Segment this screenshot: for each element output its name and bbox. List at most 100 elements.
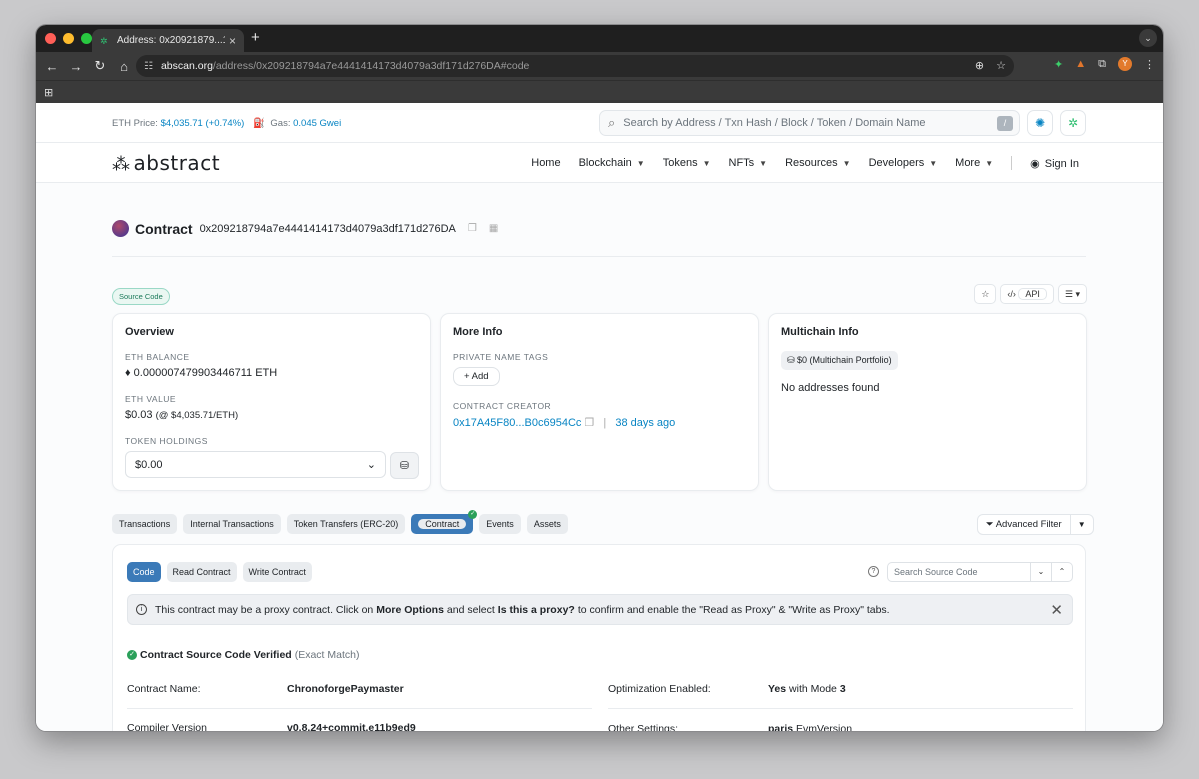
extension-green-icon[interactable]: ✦ bbox=[1054, 58, 1063, 71]
ethereum-icon: ♦ bbox=[125, 367, 134, 379]
zoom-icon[interactable]: ⊕ bbox=[975, 59, 984, 72]
apps-grid-icon[interactable]: ⊞ bbox=[44, 86, 53, 99]
eth-price-value[interactable]: $4,035.71 bbox=[161, 118, 203, 129]
tab-strip: ✲ Address: 0x20921879...171d27 × + ⌄ bbox=[36, 25, 1163, 52]
verified-check-icon: ✓ bbox=[127, 650, 137, 660]
gas-value[interactable]: 0.045 Gwei bbox=[293, 118, 341, 129]
chevron-down-icon[interactable]: ⌄ bbox=[1030, 563, 1051, 581]
tab-search-chevron-icon[interactable]: ⌄ bbox=[1139, 29, 1157, 47]
market-stats: ETH Price: $4,035.71 (+0.74%) ⛽ Gas: 0.0… bbox=[112, 118, 341, 129]
nav-more-label: More bbox=[955, 157, 981, 169]
tab-assets[interactable]: Assets bbox=[526, 514, 568, 534]
verified-check-icon: ✓ bbox=[468, 510, 478, 519]
theme-toggle-sun-icon[interactable]: ✺ bbox=[1027, 110, 1053, 136]
nav-nfts-label: NFTs bbox=[728, 157, 755, 169]
browser-tab[interactable]: ✲ Address: 0x20921879...171d27 × bbox=[92, 29, 244, 52]
abstract-logo[interactable]: ⁂ abstract bbox=[112, 151, 220, 175]
extensions-puzzle-icon[interactable]: ⧉ bbox=[1098, 58, 1106, 71]
address-tabs: Transactions Internal Transactions Token… bbox=[112, 510, 568, 534]
site-favicon-icon: ✲ bbox=[100, 35, 108, 46]
nav-developers[interactable]: Developers ▼ bbox=[869, 157, 938, 169]
nav-tokens[interactable]: Tokens ▼ bbox=[663, 157, 711, 169]
help-question-icon[interactable]: ? bbox=[868, 566, 879, 577]
evm-version-rest: EvmVersion bbox=[796, 722, 853, 732]
chevron-down-icon: ▼ bbox=[759, 159, 768, 168]
advanced-filter-button[interactable]: ⏷ Advanced Filter ▼ bbox=[977, 514, 1094, 535]
omnibox-actions: ⊕ ☆ bbox=[975, 59, 1006, 72]
verified-title: Contract Source Code Verified bbox=[140, 649, 292, 661]
token-holdings-value: $0.00 bbox=[135, 458, 163, 471]
source-code-search: Search Source Code ⌄ ⌃ bbox=[887, 562, 1073, 582]
minimize-window-button[interactable] bbox=[63, 33, 74, 44]
chevron-down-icon[interactable]: ▼ bbox=[1071, 520, 1093, 529]
close-tab-icon[interactable]: × bbox=[229, 34, 236, 48]
reload-icon[interactable]: ↻ bbox=[88, 58, 112, 74]
qr-code-icon[interactable]: ▦ bbox=[489, 223, 498, 234]
creation-tx-link[interactable]: 38 days ago bbox=[615, 417, 675, 429]
close-icon[interactable]: ✕ bbox=[1050, 601, 1063, 619]
nav-developers-label: Developers bbox=[868, 157, 925, 169]
source-code-badge[interactable]: Source Code bbox=[112, 288, 170, 305]
token-holdings-select[interactable]: $0.00 ⌄ bbox=[125, 451, 386, 478]
alert-text-1: This contract may be a proxy contract. C… bbox=[155, 603, 374, 616]
tab-internal-transactions[interactable]: Internal Transactions bbox=[183, 514, 281, 534]
nav-divider bbox=[1011, 156, 1013, 170]
forward-arrow-icon[interactable]: → bbox=[64, 59, 88, 74]
extension-fox-icon[interactable]: ▲ bbox=[1075, 58, 1086, 70]
search-icon: ⌕ bbox=[608, 115, 616, 130]
more-options-list-icon[interactable]: ☰ ▾ bbox=[1057, 284, 1087, 304]
tab-contract[interactable]: Contract ✓ bbox=[411, 510, 478, 534]
advanced-filter-main[interactable]: ⏷ Advanced Filter bbox=[978, 515, 1071, 534]
profile-avatar[interactable]: Y bbox=[1118, 57, 1132, 71]
portfolio-label: $0 (Multichain Portfolio) bbox=[797, 355, 892, 365]
nav-blockchain[interactable]: Blockchain ▼ bbox=[579, 157, 645, 169]
add-label: Add bbox=[471, 371, 489, 382]
sign-in-link[interactable]: ◉ Sign In bbox=[1030, 157, 1079, 170]
separator: | bbox=[603, 417, 607, 429]
site-settings-icon[interactable]: ☷ bbox=[144, 61, 153, 72]
network-selector-icon[interactable]: ✲ bbox=[1060, 110, 1086, 136]
chevron-down-icon: ▼ bbox=[842, 159, 851, 168]
nav-resources-label: Resources bbox=[785, 157, 838, 169]
add-tag-button[interactable]: + Add bbox=[453, 367, 500, 386]
subtab-read-contract[interactable]: Read Contract bbox=[166, 562, 237, 582]
api-button[interactable]: ‹/› API bbox=[1000, 284, 1054, 304]
tab-transactions[interactable]: Transactions bbox=[112, 514, 178, 534]
source-search-input[interactable]: Search Source Code bbox=[888, 563, 1030, 581]
new-tab-icon[interactable]: + bbox=[251, 29, 260, 46]
token-wallet-icon[interactable]: ⛁ bbox=[390, 452, 419, 479]
address-bar[interactable]: ☷ abscan.org /address/0x209218794a7e4441… bbox=[136, 55, 1014, 77]
abstract-logo-icon: ⁂ bbox=[112, 154, 131, 175]
copy-icon[interactable]: ❐ bbox=[584, 417, 594, 429]
browser-toolbar: ← → ↻ ⌂ ☷ abscan.org /address/0x20921879… bbox=[36, 52, 1163, 80]
nav-resources[interactable]: Resources ▼ bbox=[785, 157, 851, 169]
tab-events[interactable]: Events bbox=[479, 514, 521, 534]
multichain-portfolio-link[interactable]: ⛁ $0 (Multichain Portfolio) bbox=[781, 351, 898, 370]
nav-more[interactable]: More ▼ bbox=[955, 157, 993, 169]
subtab-code[interactable]: Code bbox=[127, 562, 161, 582]
back-arrow-icon[interactable]: ← bbox=[40, 59, 64, 74]
main-nav: Home Blockchain ▼ Tokens ▼ NFTs ▼ Resources… bbox=[531, 156, 1079, 170]
tab-token-transfers[interactable]: Token Transfers (ERC-20) bbox=[286, 514, 406, 534]
home-icon[interactable]: ⌂ bbox=[112, 59, 136, 74]
favorite-star-icon[interactable]: ☆ bbox=[974, 284, 997, 304]
subtab-write-contract[interactable]: Write Contract bbox=[242, 562, 312, 582]
browser-menu-icon[interactable]: ⋮ bbox=[1144, 58, 1155, 71]
maximize-window-button[interactable] bbox=[81, 33, 92, 44]
url-host: abscan.org bbox=[160, 60, 213, 72]
nav-blockchain-label: Blockchain bbox=[578, 157, 632, 169]
contract-subtabs: Code Read Contract Write Contract bbox=[127, 562, 312, 582]
compiler-version-row: Compiler Version v0.8.24+commit.e11b9ed9 bbox=[127, 709, 592, 731]
global-search-input[interactable]: ⌕ Search by Address / Txn Hash / Block /… bbox=[599, 110, 1020, 136]
compiler-version-value: v0.8.24+commit.e11b9ed9 bbox=[287, 722, 416, 731]
close-window-button[interactable] bbox=[45, 33, 56, 44]
optimization-with: with Mode bbox=[789, 683, 837, 695]
nav-nfts[interactable]: NFTs ▼ bbox=[729, 157, 768, 169]
creator-address-link[interactable]: 0x17A45F80...B0c6954Cc bbox=[453, 417, 581, 429]
chevron-up-icon[interactable]: ⌃ bbox=[1051, 563, 1072, 581]
window-controls bbox=[45, 33, 92, 44]
bookmark-star-icon[interactable]: ☆ bbox=[996, 59, 1006, 72]
nav-home[interactable]: Home bbox=[531, 157, 560, 169]
other-settings-value: paris EvmVersion bbox=[768, 723, 852, 732]
copy-icon[interactable]: ❐ bbox=[468, 223, 477, 234]
